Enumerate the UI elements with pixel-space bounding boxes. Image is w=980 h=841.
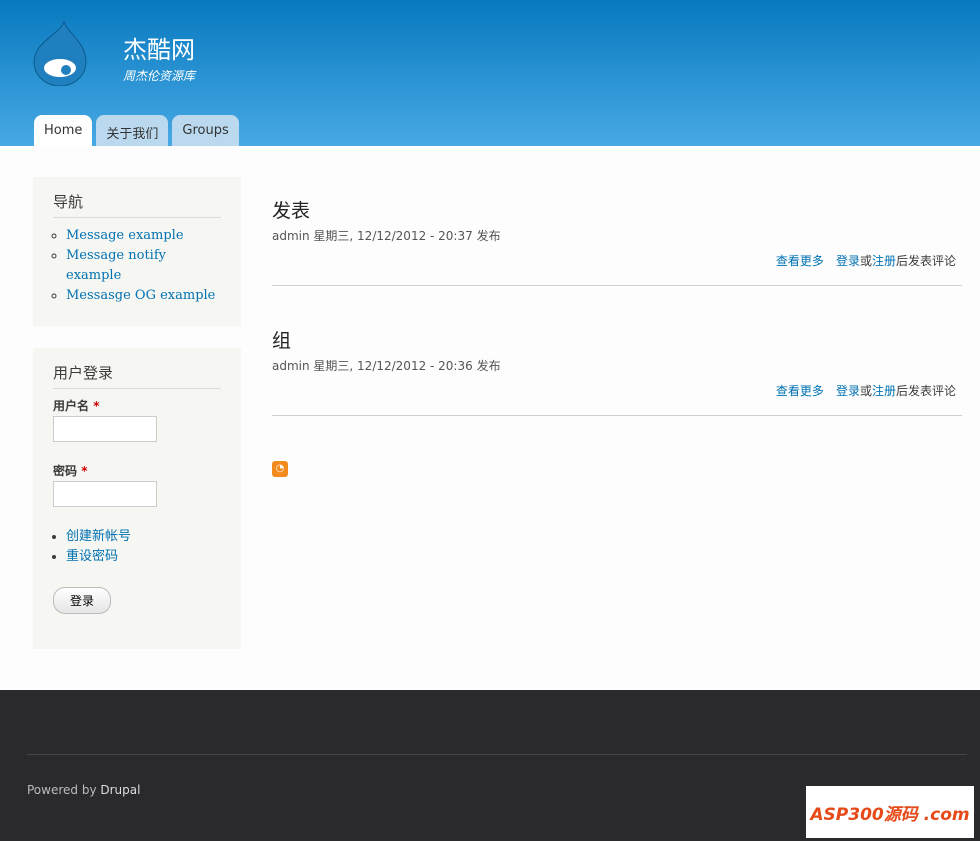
- tab-about[interactable]: 关于我们: [96, 115, 169, 146]
- drupal-logo-icon[interactable]: [30, 20, 90, 86]
- rss-feed-icon[interactable]: ◔: [272, 461, 288, 477]
- nav-link-message-example[interactable]: Message example: [66, 228, 184, 243]
- reset-password-link[interactable]: 重设密码: [66, 549, 118, 564]
- node-links: 查看更多 登录或注册后发表评论: [775, 384, 956, 398]
- footer-divider: [27, 754, 967, 755]
- node-title[interactable]: 组: [272, 330, 291, 352]
- navigation-block: 导航 Message example Message notify exampl…: [33, 177, 241, 326]
- node-meta: admin 星期三, 12/12/2012 - 20:37 发布: [272, 229, 501, 243]
- node-post: 发表 admin 星期三, 12/12/2012 - 20:37 发布 查看更多…: [272, 196, 962, 286]
- login-link[interactable]: 登录: [836, 254, 860, 268]
- main-content: 发表 admin 星期三, 12/12/2012 - 20:37 发布 查看更多…: [272, 196, 962, 456]
- login-button[interactable]: 登录: [53, 587, 112, 614]
- node-post: 组 admin 星期三, 12/12/2012 - 20:36 发布 查看更多登…: [272, 326, 962, 416]
- block-title: 用户登录: [53, 362, 221, 389]
- create-account-link[interactable]: 创建新帐号: [66, 529, 131, 544]
- site-header: 杰酷网 周杰伦资源库 Home 关于我们 Groups: [0, 0, 980, 146]
- password-input[interactable]: [53, 481, 157, 507]
- node-links: 查看更多 登录或注册后发表评论: [775, 254, 956, 268]
- login-link[interactable]: 登录: [836, 384, 860, 398]
- site-slogan: 周杰伦资源库: [123, 69, 196, 83]
- read-more-link[interactable]: 查看更多: [776, 254, 824, 268]
- site-name[interactable]: 杰酷网: [123, 30, 195, 65]
- nav-link-message-notify[interactable]: Message notify example: [66, 248, 166, 283]
- nav-link-message-og[interactable]: Messasge OG example: [66, 288, 215, 303]
- asp300-logo: ASP300源码 .com: [806, 786, 974, 838]
- username-input[interactable]: [53, 416, 157, 442]
- tab-home[interactable]: Home: [34, 115, 93, 146]
- node-meta: admin 星期三, 12/12/2012 - 20:36 发布: [272, 359, 501, 373]
- read-more-link[interactable]: 查看更多: [776, 384, 824, 398]
- tab-groups[interactable]: Groups: [172, 115, 239, 146]
- user-login-block: 用户登录 用户名 * 密码 * 创建新帐号 重设密码 登录: [33, 348, 241, 649]
- drupal-link[interactable]: Drupal: [100, 783, 140, 797]
- powered-by: Powered by Drupal: [27, 783, 141, 797]
- block-title: 导航: [53, 191, 221, 218]
- node-title[interactable]: 发表: [272, 200, 310, 222]
- footer: Powered by Drupal ASP300源码 .com: [0, 690, 980, 841]
- password-label: 密码 *: [53, 464, 88, 478]
- sidebar: 导航 Message example Message notify exampl…: [33, 177, 241, 671]
- register-link[interactable]: 注册: [872, 254, 896, 268]
- register-link[interactable]: 注册: [872, 384, 896, 398]
- main-menu: Home 关于我们 Groups: [34, 115, 239, 146]
- username-label: 用户名 *: [53, 399, 100, 413]
